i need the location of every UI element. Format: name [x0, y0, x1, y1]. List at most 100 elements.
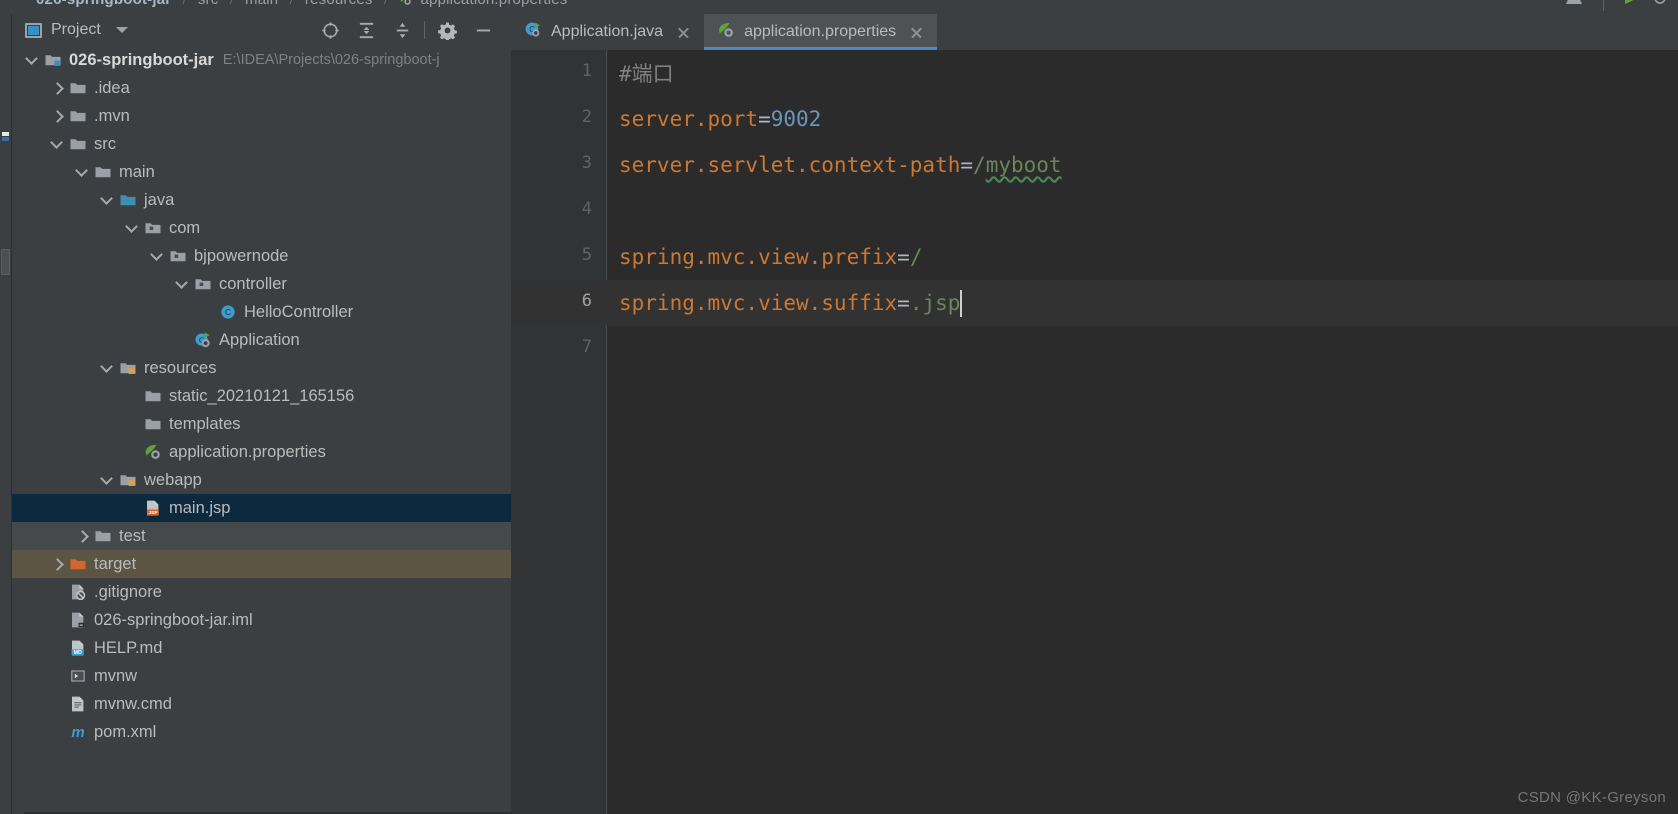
chevron-right-icon[interactable] — [51, 110, 64, 123]
tree-row-label: webapp — [144, 470, 202, 489]
tree-row[interactable]: MD HELP.md — [12, 634, 511, 662]
chevron-down-icon[interactable] — [101, 194, 114, 207]
editor-tab-application-java[interactable]: C Application.java — [511, 14, 705, 50]
tree-row[interactable]: mvnw.cmd — [12, 690, 511, 718]
tree-row-label: pom.xml — [94, 722, 157, 741]
editor-tab-label: Application.java — [551, 23, 664, 40]
tree-row[interactable]: resources — [12, 354, 511, 382]
tree-row-label: com — [169, 218, 201, 237]
tree-row[interactable]: m pom.xml — [12, 718, 511, 746]
editor-tab-label: application.properties — [744, 23, 897, 40]
tree-row[interactable]: mvnw — [12, 662, 511, 690]
iml-file-icon — [69, 611, 87, 629]
tree-row[interactable]: 026-springboot-jar.iml — [12, 606, 511, 634]
search-everywhere-icon[interactable] — [1652, 0, 1670, 11]
project-panel-title-group[interactable]: Project — [25, 21, 128, 39]
chevron-right-icon[interactable] — [51, 558, 64, 571]
code-token-number: 9002 — [770, 107, 822, 131]
tree-row[interactable]: templates — [12, 410, 511, 438]
project-panel-header: Project — [12, 14, 511, 46]
tree-row[interactable]: java — [12, 186, 511, 214]
code-line[interactable]: spring.mvc.view.suffix = .jsp — [607, 280, 1678, 326]
settings-gear-icon[interactable] — [429, 14, 465, 46]
code-line[interactable] — [607, 326, 1678, 372]
breadcrumb-item-resources[interactable]: resources — [305, 0, 373, 8]
code-line[interactable]: spring.mvc.view.prefix = / — [607, 234, 1678, 280]
tree-row[interactable]: C Application — [12, 326, 511, 354]
chevron-down-icon[interactable] — [151, 250, 164, 263]
project-stripe-icon — [2, 132, 9, 141]
folder-icon — [94, 163, 112, 181]
tree-row[interactable]: webapp — [12, 466, 511, 494]
tree-row[interactable]: com — [12, 214, 511, 242]
chevron-down-icon[interactable] — [76, 166, 89, 179]
chevron-right-icon[interactable] — [76, 530, 89, 543]
chevron-right-icon[interactable] — [51, 82, 64, 95]
expand-all-icon[interactable] — [348, 14, 384, 46]
tree-row[interactable]: application.properties — [12, 438, 511, 466]
caret-line-gutter-highlight — [511, 280, 607, 326]
breadcrumb-item-main[interactable]: main — [245, 0, 278, 8]
tree-row[interactable]: .idea — [12, 74, 511, 102]
chevron-down-icon[interactable] — [126, 222, 139, 235]
tree-row[interactable]: target — [12, 550, 511, 578]
run-icon[interactable] — [1622, 0, 1638, 11]
tree-row-label: mvnw.cmd — [94, 694, 172, 713]
editor-gutter[interactable]: 1 2 3 4 5 6 7 — [511, 50, 607, 814]
chevron-down-icon[interactable] — [176, 278, 189, 291]
breadcrumb-item-src[interactable]: src — [198, 0, 219, 8]
chevron-down-icon[interactable] — [101, 474, 114, 487]
tree-row[interactable]: .mvn — [12, 102, 511, 130]
build-icon[interactable] — [1563, 0, 1585, 11]
code-editor[interactable]: 1234567 #端口 server.port = 9002 server.servle… — [511, 50, 1678, 814]
collapse-all-icon[interactable] — [384, 14, 420, 46]
code-line[interactable]: server.servlet.context-path = / myboot — [607, 142, 1678, 188]
close-icon[interactable] — [676, 25, 691, 40]
chevron-down-icon[interactable] — [101, 362, 114, 375]
tree-row[interactable]: C HelloController — [12, 298, 511, 326]
tree-row-path: E:\IDEA\Projects\026-springboot-j — [222, 52, 440, 68]
tree-row[interactable]: JSP main.jsp — [12, 494, 511, 522]
editor-tab-bar: C Application.java application.propertie… — [511, 14, 1678, 50]
spring-class-icon: C — [524, 21, 542, 44]
tree-row[interactable]: 026-springboot-jar E:\IDEA\Projects\026-s… — [12, 46, 511, 74]
breadcrumb-item-project[interactable]: 026-springboot-jar — [36, 0, 171, 8]
chevron-down-icon[interactable] — [26, 54, 39, 67]
tree-row[interactable]: controller — [12, 270, 511, 298]
resources-folder-icon — [119, 471, 137, 489]
hide-icon[interactable] — [465, 14, 501, 46]
tree-row-label: static_20210121_165156 — [169, 386, 355, 405]
close-icon[interactable] — [909, 25, 924, 40]
tree-row[interactable]: main — [12, 158, 511, 186]
select-opened-file-icon[interactable] — [312, 14, 348, 46]
tree-row[interactable]: bjpowernode — [12, 242, 511, 270]
gitignore-file-icon — [69, 583, 87, 601]
breadcrumb-item-file[interactable]: application.properties — [421, 0, 568, 8]
editor-tab-application-properties[interactable]: application.properties — [704, 14, 938, 50]
code-line[interactable]: server.port = 9002 — [607, 96, 1678, 142]
spring-config-icon — [717, 21, 735, 44]
tree-row[interactable]: test — [12, 522, 511, 550]
svg-text:C: C — [225, 307, 231, 317]
breadcrumb[interactable]: 026-springboot-jar / src / main / resour… — [36, 0, 568, 8]
tree-row[interactable]: src — [12, 130, 511, 158]
left-tool-strip[interactable] — [0, 14, 12, 814]
chevron-down-icon[interactable] — [51, 138, 64, 151]
project-tree[interactable]: 026-springboot-jar E:\IDEA\Projects\026-s… — [12, 46, 511, 814]
tree-row[interactable]: .gitignore — [12, 578, 511, 606]
package-icon — [169, 247, 187, 265]
code-line[interactable] — [607, 188, 1678, 234]
breadcrumb-bar: 026-springboot-jar / src / main / resour… — [0, 0, 1678, 14]
chevron-down-icon[interactable] — [115, 27, 128, 33]
editor-code-content[interactable]: #端口 server.port = 9002 server.servlet.contex… — [607, 50, 1678, 814]
code-line[interactable]: #端口 — [607, 50, 1678, 96]
tree-row-label: HelloController — [244, 302, 354, 321]
toolbar-divider — [1603, 0, 1604, 11]
tree-row[interactable]: static_20210121_165156 — [12, 382, 511, 410]
structure-stripe-button[interactable] — [1, 249, 10, 275]
tree-row-label: bjpowernode — [194, 246, 289, 265]
tree-row-label: .idea — [94, 78, 130, 97]
